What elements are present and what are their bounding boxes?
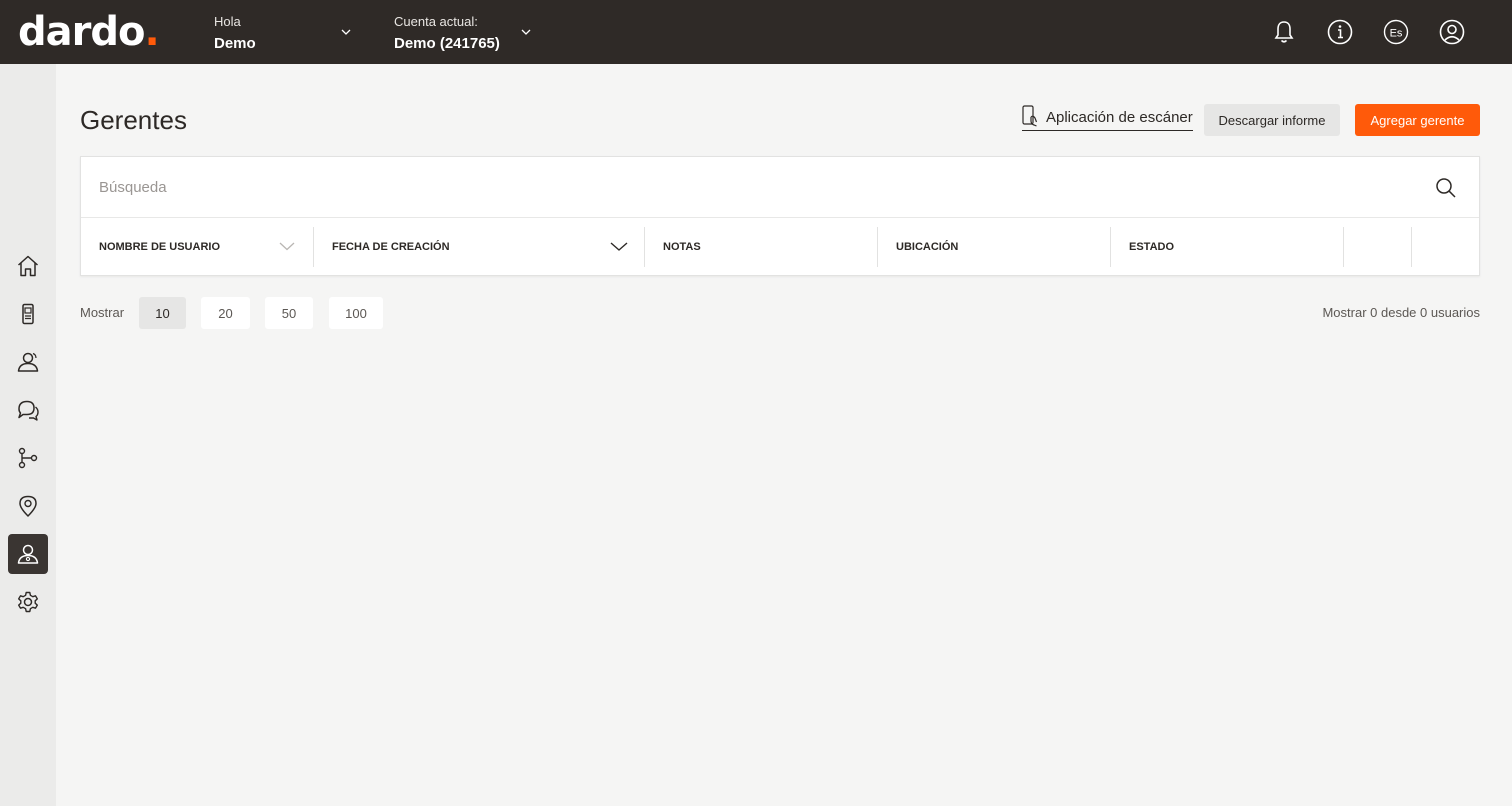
account-name: Demo (241765) <box>394 35 500 52</box>
results-count: Mostrar 0 desde 0 usuarios <box>1322 305 1480 320</box>
scanner-app-label: Aplicación de escáner <box>1046 109 1193 126</box>
phone-scan-icon <box>1022 104 1038 131</box>
sidebar-item-home[interactable] <box>8 246 48 286</box>
manager-icon <box>15 541 41 567</box>
sidebar-item-workflows[interactable] <box>8 438 48 478</box>
sidebar-item-contacts[interactable] <box>8 342 48 382</box>
column-header-notes[interactable]: NOTAS <box>645 227 878 267</box>
device-icon <box>15 301 41 327</box>
search-icon[interactable] <box>1434 176 1458 200</box>
account-selector[interactable]: Cuenta actual: Demo (241765) <box>394 14 500 54</box>
account-label: Cuenta actual: <box>394 14 478 29</box>
page-title: Gerentes <box>80 105 187 135</box>
chevron-down-icon[interactable] <box>279 239 295 255</box>
column-header-location[interactable]: UBICACIÓN <box>878 227 1111 267</box>
chat-icon <box>15 397 41 423</box>
column-header-label: NOMBRE DE USUARIO <box>99 241 221 253</box>
page-size-label: Mostrar <box>80 305 125 320</box>
chevron-down-icon[interactable] <box>339 25 353 39</box>
top-bar: dardo. Hola Demo Cuenta actual: Demo (24… <box>0 0 1512 64</box>
search-input[interactable] <box>81 157 1479 218</box>
location-pin-icon <box>15 493 41 519</box>
info-icon[interactable] <box>1325 17 1355 47</box>
column-header-label: UBICACIÓN <box>896 241 959 253</box>
workflow-icon <box>15 445 41 471</box>
scanner-app-link[interactable]: Aplicación de escáner <box>1022 104 1193 131</box>
page-size-option-10[interactable]: 10 <box>139 297 186 329</box>
column-header-label: ESTADO <box>1129 241 1175 253</box>
sidebar-item-locations[interactable] <box>8 486 48 526</box>
gear-icon <box>15 589 41 615</box>
chevron-down-icon[interactable] <box>610 239 628 255</box>
managers-table: NOMBRE DE USUARIO FECHA DE CREACIÓN NOTA… <box>80 156 1480 276</box>
sidebar-item-messages[interactable] <box>8 390 48 430</box>
sidebar-item-settings[interactable] <box>8 582 48 622</box>
user-account-icon[interactable] <box>1437 17 1467 47</box>
column-header-created-date[interactable]: FECHA DE CREACIÓN <box>314 227 645 267</box>
column-header-status[interactable]: ESTADO <box>1111 227 1344 267</box>
add-manager-button[interactable]: Agregar gerente <box>1355 104 1480 136</box>
column-header-label: FECHA DE CREACIÓN <box>332 241 450 253</box>
home-icon <box>15 253 41 279</box>
dardo-logo[interactable]: dardo. <box>18 12 160 52</box>
page-size-option-20[interactable]: 20 <box>201 297 250 329</box>
page-size-option-50[interactable]: 50 <box>265 297 313 329</box>
greeting-label: Hola <box>214 14 241 29</box>
language-icon[interactable]: Es <box>1381 17 1411 47</box>
bell-icon[interactable] <box>1269 17 1299 47</box>
svg-text:Es: Es <box>1390 28 1403 40</box>
download-report-button[interactable]: Descargar informe <box>1204 104 1340 136</box>
sidebar-item-devices[interactable] <box>8 294 48 334</box>
sidebar-item-managers[interactable] <box>8 534 48 574</box>
chevron-down-icon[interactable] <box>519 25 533 39</box>
user-name: Demo <box>214 35 256 52</box>
contacts-icon <box>15 349 41 375</box>
sidebar <box>0 64 56 806</box>
column-divider <box>1411 227 1412 267</box>
page-size-option-100[interactable]: 100 <box>329 297 383 329</box>
user-menu[interactable]: Hola Demo <box>214 14 256 54</box>
column-divider <box>1343 227 1344 267</box>
column-header-label: NOTAS <box>663 241 701 253</box>
